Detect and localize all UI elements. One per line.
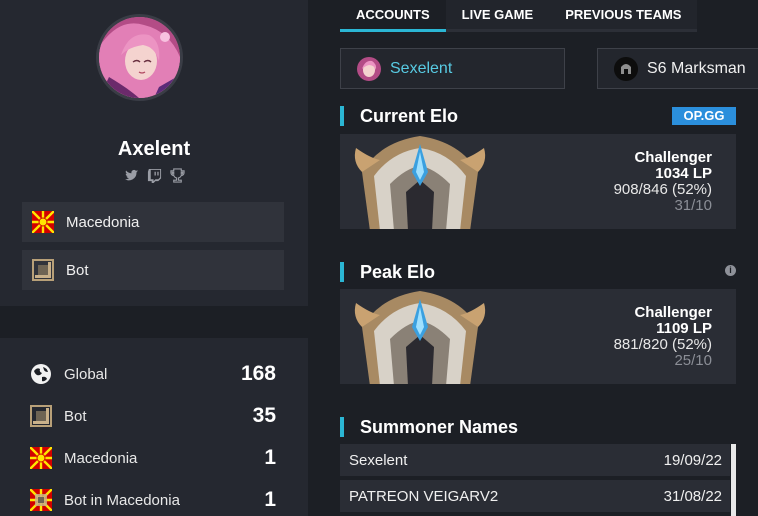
- profile-card: Axelent Macedonia Bot: [0, 0, 308, 306]
- rank-row-bot-macedonia: Bot in Macedonia 1: [29, 488, 276, 512]
- rank-value: 168: [240, 362, 276, 385]
- summoner-profile-icon: [357, 56, 381, 81]
- peak-elo-stats: Challenger 1109 LP 881/820 (52%) 25/10: [614, 305, 712, 369]
- trophy-icon[interactable]: [169, 168, 185, 183]
- rank-row-macedonia: Macedonia 1: [29, 446, 276, 470]
- summoner-name: PATREON VEIGARV2: [349, 487, 499, 505]
- account-button-primary[interactable]: Sexelent: [340, 48, 565, 89]
- summoner-names-title: Summoner Names: [340, 417, 518, 437]
- country-label: Macedonia: [66, 213, 140, 231]
- marksman-helmet-icon: [614, 56, 638, 81]
- summoner-name: Sexelent: [349, 451, 408, 469]
- elo-tier: Challenger: [634, 304, 712, 321]
- tab-previous-teams[interactable]: PREVIOUS TEAMS: [549, 0, 698, 32]
- bot-macedonia-icon: [29, 488, 53, 512]
- social-links: [0, 168, 308, 183]
- bot-lane-icon: [30, 405, 52, 427]
- account-name: Sexelent: [390, 59, 453, 77]
- elo-tier: Challenger: [634, 149, 712, 166]
- account-button-secondary[interactable]: S6 Marksman: [597, 48, 758, 89]
- elo-winloss: 881/820 (52%): [613, 336, 712, 353]
- current-elo-panel: Challenger 1034 LP 908/846 (52%) 31/10: [340, 134, 736, 229]
- tab-live-game[interactable]: LIVE GAME: [445, 0, 550, 32]
- peak-elo-panel: Challenger 1109 LP 881/820 (52%) 25/10: [340, 289, 736, 384]
- bot-lane-icon: [32, 259, 54, 281]
- rank-label: Macedonia: [64, 449, 138, 467]
- summoner-name-date: 31/08/22: [663, 487, 722, 505]
- rank-value: 1: [264, 446, 276, 469]
- challenger-emblem-icon: [354, 136, 486, 229]
- globe-icon: [30, 363, 52, 385]
- peak-elo-title: Peak Elo: [340, 262, 435, 282]
- rankings-card: Global 168 Bot 35 Macedonia 1 Bot in Mac…: [0, 338, 308, 516]
- elo-games: 25/10: [674, 352, 712, 369]
- elo-winloss: 908/846 (52%): [613, 181, 712, 198]
- elo-lp: 1034 LP: [655, 165, 712, 182]
- elo-lp: 1109 LP: [656, 320, 712, 337]
- role-label: Bot: [66, 261, 89, 279]
- challenger-emblem-icon: [354, 291, 486, 384]
- rank-value: 1: [264, 488, 276, 511]
- country-row: Macedonia: [22, 202, 284, 242]
- current-elo-stats: Challenger 1034 LP 908/846 (52%) 31/10: [614, 150, 712, 214]
- macedonia-flag-icon: [31, 210, 55, 234]
- rank-label: Bot in Macedonia: [64, 491, 180, 509]
- player-name: Axelent: [117, 138, 191, 160]
- summoner-name-row: Sexelent 19/09/22: [340, 444, 730, 476]
- summoner-name-row: PATREON VEIGARV2 31/08/22: [340, 480, 730, 512]
- tab-accounts[interactable]: ACCOUNTS: [340, 0, 446, 32]
- twitter-icon[interactable]: [124, 168, 139, 183]
- rank-value: 35: [252, 404, 276, 427]
- macedonia-flag-icon: [29, 446, 53, 470]
- summoner-name-date: 19/09/22: [663, 451, 722, 469]
- profile-tabs: ACCOUNTS LIVE GAME PREVIOUS TEAMS: [340, 0, 698, 32]
- rank-row-global: Global 168: [30, 362, 276, 386]
- rank-row-bot: Bot 35: [30, 404, 276, 428]
- rank-label: Bot: [64, 407, 87, 425]
- info-icon[interactable]: i: [725, 265, 736, 276]
- twitch-icon[interactable]: [147, 168, 162, 183]
- account-name: S6 Marksman: [647, 59, 746, 77]
- player-avatar: [96, 14, 183, 101]
- elo-games: 31/10: [674, 197, 712, 214]
- current-elo-title: Current Elo: [340, 106, 458, 126]
- summoner-names-scrollbar[interactable]: [731, 444, 736, 516]
- role-row: Bot: [22, 250, 284, 290]
- rank-label: Global: [64, 365, 108, 383]
- opgg-link[interactable]: OP.GG: [672, 107, 736, 125]
